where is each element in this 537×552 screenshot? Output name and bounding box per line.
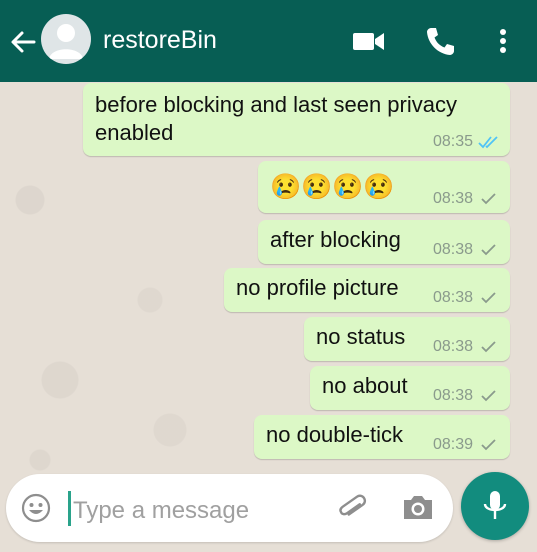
message-time: 08:38 bbox=[432, 190, 473, 207]
message-text: no status bbox=[316, 324, 406, 349]
camera-icon[interactable] bbox=[401, 491, 435, 523]
single-tick-icon bbox=[481, 292, 496, 304]
single-tick-icon bbox=[481, 193, 496, 205]
message-bubble[interactable]: no status 08:38 bbox=[304, 317, 510, 361]
text-caret bbox=[68, 491, 71, 526]
message-meta: 08:38 bbox=[433, 338, 500, 356]
message-bubble[interactable]: after blocking 08:38 bbox=[258, 220, 510, 264]
message-time: 08:35 bbox=[432, 133, 473, 150]
avatar[interactable] bbox=[41, 14, 91, 64]
message-text: no profile picture bbox=[236, 275, 399, 300]
message-bubble[interactable]: 😢😢😢😢 08:38 bbox=[258, 161, 510, 213]
attach-icon[interactable] bbox=[334, 490, 370, 526]
message-time: 08:39 bbox=[432, 436, 473, 453]
message-emoji-text: 😢😢😢😢 bbox=[270, 173, 395, 201]
message-bubble[interactable]: no profile picture 08:38 bbox=[224, 268, 510, 312]
phone-icon[interactable] bbox=[425, 25, 455, 57]
message-meta: 08:38 bbox=[433, 241, 500, 259]
message-time: 08:38 bbox=[432, 241, 473, 258]
message-text: no double-tick bbox=[266, 422, 403, 447]
message-time: 08:38 bbox=[432, 387, 473, 404]
chat-header: restoreBin bbox=[0, 0, 537, 82]
message-meta: 08:39 bbox=[433, 436, 500, 454]
double-tick-icon bbox=[478, 136, 498, 149]
more-vert-icon[interactable] bbox=[496, 25, 510, 57]
message-bubble[interactable]: no double-tick 08:39 bbox=[254, 415, 510, 459]
message-input-placeholder: Type a message bbox=[73, 497, 250, 524]
message-meta: 08:38 bbox=[433, 190, 500, 208]
single-tick-icon bbox=[481, 390, 496, 402]
mic-icon bbox=[483, 491, 507, 519]
contact-name[interactable]: restoreBin bbox=[103, 26, 217, 55]
message-meta: 08:35 bbox=[433, 133, 500, 151]
mic-button[interactable] bbox=[461, 472, 529, 540]
message-text: no about bbox=[322, 373, 408, 398]
single-tick-icon bbox=[481, 341, 496, 353]
single-tick-icon bbox=[481, 244, 496, 256]
message-time: 08:38 bbox=[432, 338, 473, 355]
message-text-line: enabled bbox=[95, 120, 174, 145]
message-text: after blocking bbox=[270, 227, 401, 252]
message-meta: 08:38 bbox=[433, 387, 500, 405]
video-call-icon[interactable] bbox=[352, 25, 386, 57]
message-text-line: before blocking and last seen privacy bbox=[95, 92, 457, 117]
emoji-icon[interactable] bbox=[20, 492, 52, 524]
message-meta: 08:38 bbox=[433, 289, 500, 307]
message-bubble[interactable]: before blocking and last seen privacy en… bbox=[83, 83, 510, 156]
back-arrow-icon[interactable] bbox=[8, 27, 38, 57]
single-tick-icon bbox=[481, 439, 496, 451]
message-time: 08:38 bbox=[432, 289, 473, 306]
default-avatar-icon bbox=[49, 24, 83, 59]
message-bubble[interactable]: no about 08:38 bbox=[310, 366, 510, 410]
